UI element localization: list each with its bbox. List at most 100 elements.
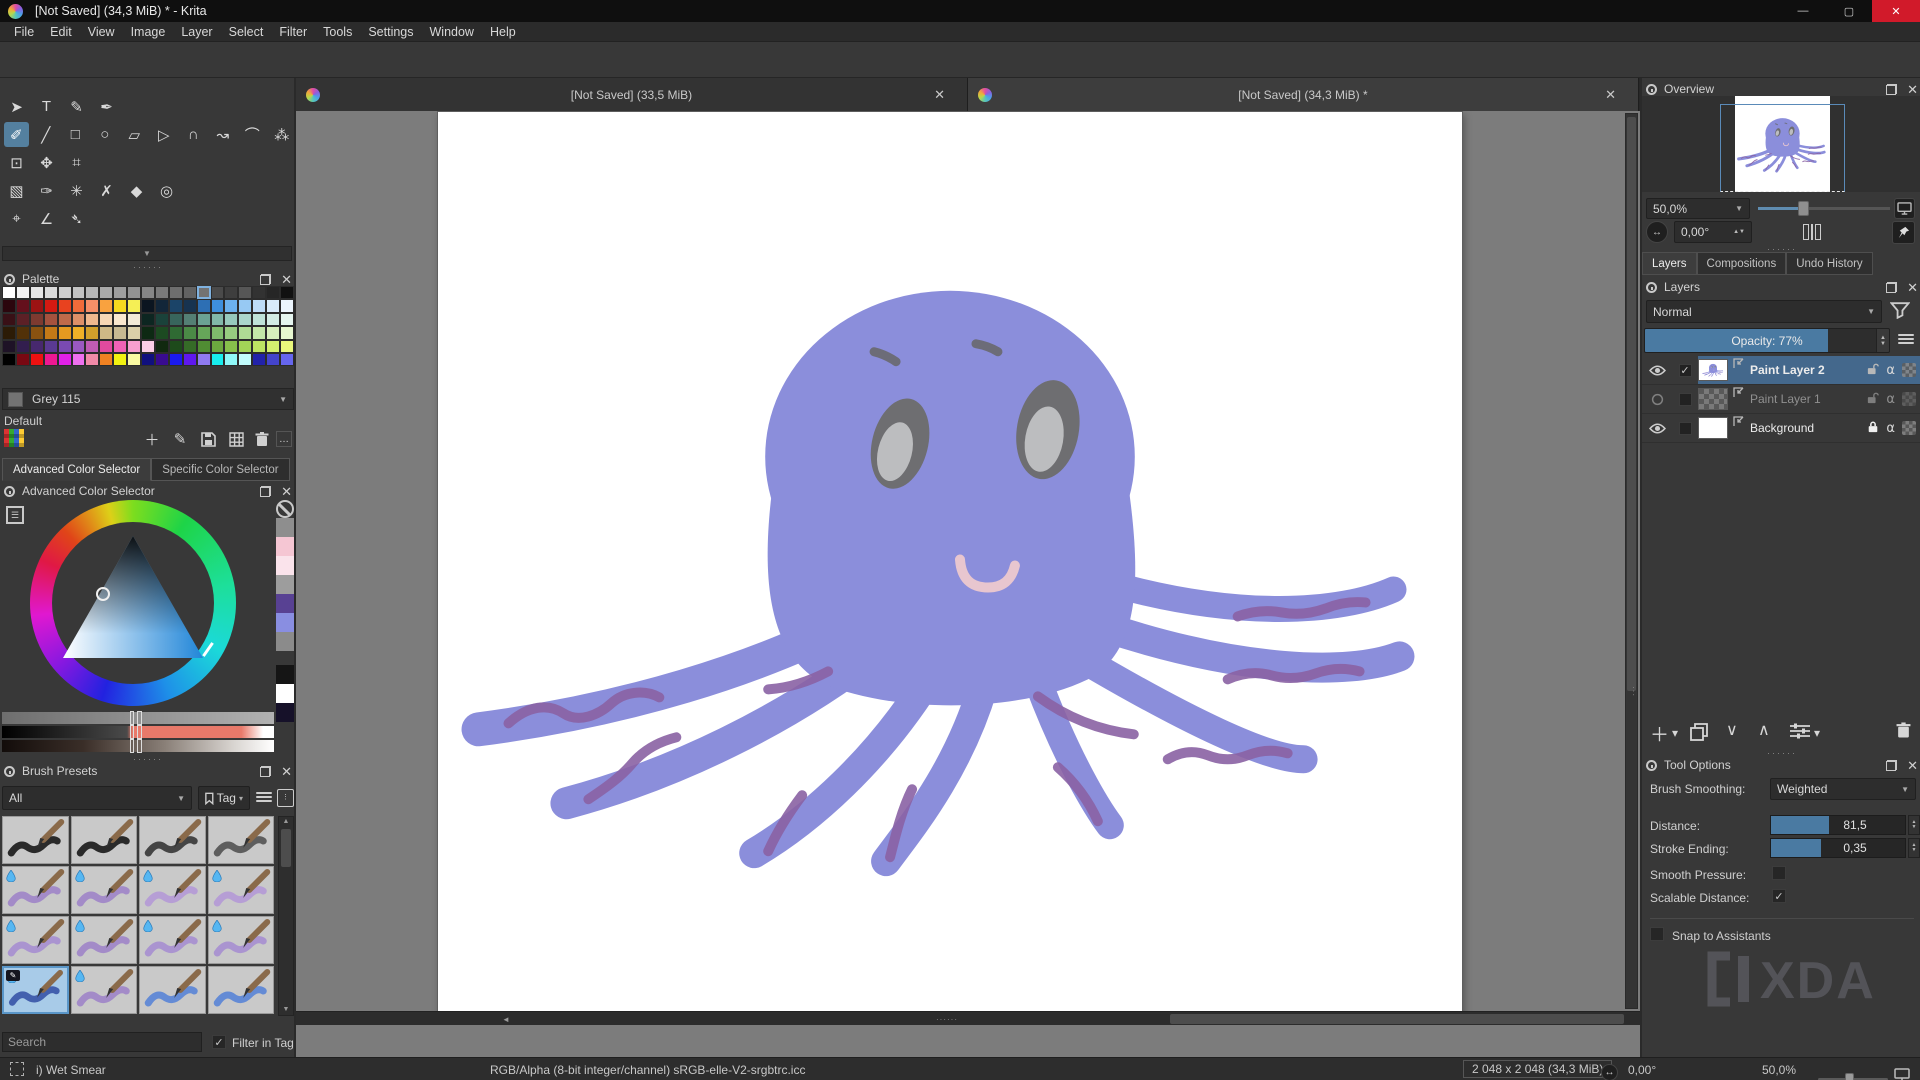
layer-opacity-slider[interactable]: Opacity: 77% ▲▼ — [1644, 328, 1890, 353]
polygon-tool[interactable]: ▱ — [122, 122, 147, 147]
bezier-curve-tool[interactable]: ⌒ — [240, 122, 265, 147]
palette-swatch[interactable] — [113, 353, 127, 366]
palette-swatch[interactable] — [30, 313, 44, 326]
palette-swatch[interactable] — [16, 286, 30, 299]
layers-menu-icon[interactable] — [1898, 333, 1914, 345]
close-docker-icon[interactable]: ✕ — [1907, 759, 1918, 772]
layer-properties-button[interactable] — [1790, 723, 1810, 742]
history-swatch[interactable] — [276, 594, 294, 613]
vertical-scroll-thumb[interactable] — [1627, 117, 1636, 691]
display-settings-icon[interactable]: ⋮ — [277, 789, 294, 807]
preset-filter-dropdown[interactable]: All▼ — [2, 786, 192, 810]
alpha-lock-icon[interactable]: α — [1886, 363, 1895, 378]
palette-swatch[interactable] — [58, 286, 72, 299]
tab-layers[interactable]: Layers — [1642, 252, 1697, 275]
line-tool[interactable]: ╱ — [34, 122, 59, 147]
palette-swatch[interactable] — [238, 340, 252, 353]
overview-view-rect[interactable] — [1720, 104, 1845, 192]
brush-preset-pencil-1[interactable] — [2, 816, 69, 864]
float-docker-icon[interactable] — [260, 486, 271, 497]
palette-swatch-grid[interactable] — [2, 286, 294, 366]
layer-visibility-toggle[interactable] — [1642, 364, 1672, 377]
save-palette-button[interactable] — [196, 428, 220, 450]
palette-swatch[interactable] — [113, 286, 127, 299]
tab-advanced-color-selector[interactable]: Advanced Color Selector — [2, 458, 151, 481]
palette-swatch[interactable] — [266, 353, 280, 366]
add-layer-button[interactable]: ＋ — [1650, 720, 1669, 747]
stroke-ending-slider[interactable]: 0,35 — [1770, 838, 1906, 858]
crop-tool[interactable]: ⌗ — [64, 150, 89, 175]
image-dimensions-label[interactable]: 2 048 x 2 048 (34,3 MiB) — [1463, 1060, 1612, 1078]
history-swatch[interactable] — [276, 556, 294, 575]
tab-compositions[interactable]: Compositions — [1697, 252, 1787, 275]
palette-swatch[interactable] — [72, 326, 86, 339]
palette-swatch[interactable] — [127, 313, 141, 326]
polyline-tool[interactable]: ▷ — [152, 122, 177, 147]
palette-swatch[interactable] — [44, 313, 58, 326]
layer-select-checkbox[interactable]: ✓ — [1672, 364, 1698, 377]
layer-lock-icon[interactable] — [1867, 362, 1879, 379]
palette-swatch[interactable] — [30, 299, 44, 312]
palette-swatch[interactable] — [58, 353, 72, 366]
palette-swatch[interactable] — [252, 353, 266, 366]
brush-preset-blend-wet[interactable] — [208, 916, 275, 964]
palette-swatch[interactable] — [169, 353, 183, 366]
palette-swatch[interactable] — [238, 326, 252, 339]
palette-swatch[interactable] — [113, 340, 127, 353]
menu-filter[interactable]: Filter — [271, 22, 315, 42]
palette-swatch[interactable] — [252, 326, 266, 339]
layer-visibility-toggle[interactable] — [1642, 393, 1672, 406]
distance-spinner[interactable]: ▲▼ — [1908, 815, 1920, 835]
close-docker-icon[interactable]: ✕ — [281, 485, 292, 498]
palette-swatch[interactable] — [99, 299, 113, 312]
brush-preset-wet-smear[interactable]: ✎ — [2, 966, 69, 1014]
brush-smoothing-dropdown[interactable]: Weighted▼ — [1770, 778, 1916, 800]
palette-swatch[interactable] — [44, 326, 58, 339]
palette-swatch[interactable] — [85, 313, 99, 326]
menu-layer[interactable]: Layer — [173, 22, 220, 42]
palette-swatch[interactable] — [2, 299, 16, 312]
lock-icon[interactable] — [1646, 282, 1657, 293]
move-layer-up-button[interactable]: ∧ — [1758, 720, 1770, 740]
palette-swatch[interactable] — [252, 286, 266, 299]
palette-swatch[interactable] — [252, 299, 266, 312]
tab-undo-history[interactable]: Undo History — [1786, 252, 1872, 275]
menu-image[interactable]: Image — [123, 22, 174, 42]
palette-swatch[interactable] — [2, 286, 16, 299]
enclose-fill-tool[interactable]: ◎ — [154, 178, 179, 203]
assistants-tool[interactable]: ⌖ — [4, 206, 29, 231]
palette-swatch[interactable] — [169, 326, 183, 339]
palette-swatch[interactable] — [280, 286, 294, 299]
delete-layer-button[interactable] — [1896, 722, 1911, 742]
palette-swatch[interactable] — [141, 340, 155, 353]
palette-swatch[interactable] — [197, 340, 211, 353]
palette-swatch[interactable] — [183, 353, 197, 366]
float-docker-icon[interactable] — [1886, 760, 1897, 771]
select-shapes-tool[interactable]: ➤ — [4, 94, 29, 119]
history-swatch[interactable] — [276, 665, 294, 684]
palette-swatch[interactable] — [2, 313, 16, 326]
palette-swatch[interactable] — [266, 340, 280, 353]
palette-swatch[interactable] — [169, 313, 183, 326]
selection-status-icon[interactable] — [10, 1062, 24, 1076]
freehand-path-tool[interactable]: ↝ — [211, 122, 236, 147]
history-swatch[interactable] — [276, 537, 294, 556]
rectangle-tool[interactable]: □ — [63, 122, 88, 147]
palette-swatch[interactable] — [141, 326, 155, 339]
brush-preset-pencil-2[interactable] — [71, 816, 138, 864]
brush-preset-ink-pen-2[interactable] — [208, 966, 275, 1014]
pin-docker-icon[interactable] — [1892, 221, 1915, 244]
layer-row-paint-layer-2[interactable]: ✓Paint Layer 2α — [1642, 356, 1920, 385]
calligraphy-tool[interactable]: ✒ — [94, 94, 119, 119]
palette-swatch[interactable] — [183, 313, 197, 326]
inherit-alpha-icon[interactable] — [1902, 392, 1916, 406]
canvas-viewport[interactable]: ··· — [296, 111, 1640, 1011]
layer-opacity-spinner[interactable]: ▲▼ — [1876, 329, 1889, 352]
document-tab-1[interactable]: [Not Saved] (33,5 MiB) ✕ — [296, 78, 968, 111]
lock-icon[interactable] — [4, 274, 15, 285]
palette-swatch[interactable] — [280, 326, 294, 339]
palette-swatch[interactable] — [252, 313, 266, 326]
stroke-ending-spinner[interactable]: ▲▼ — [1908, 838, 1920, 858]
float-docker-icon[interactable] — [1886, 84, 1897, 95]
transform-tool[interactable]: ⊡ — [4, 150, 29, 175]
